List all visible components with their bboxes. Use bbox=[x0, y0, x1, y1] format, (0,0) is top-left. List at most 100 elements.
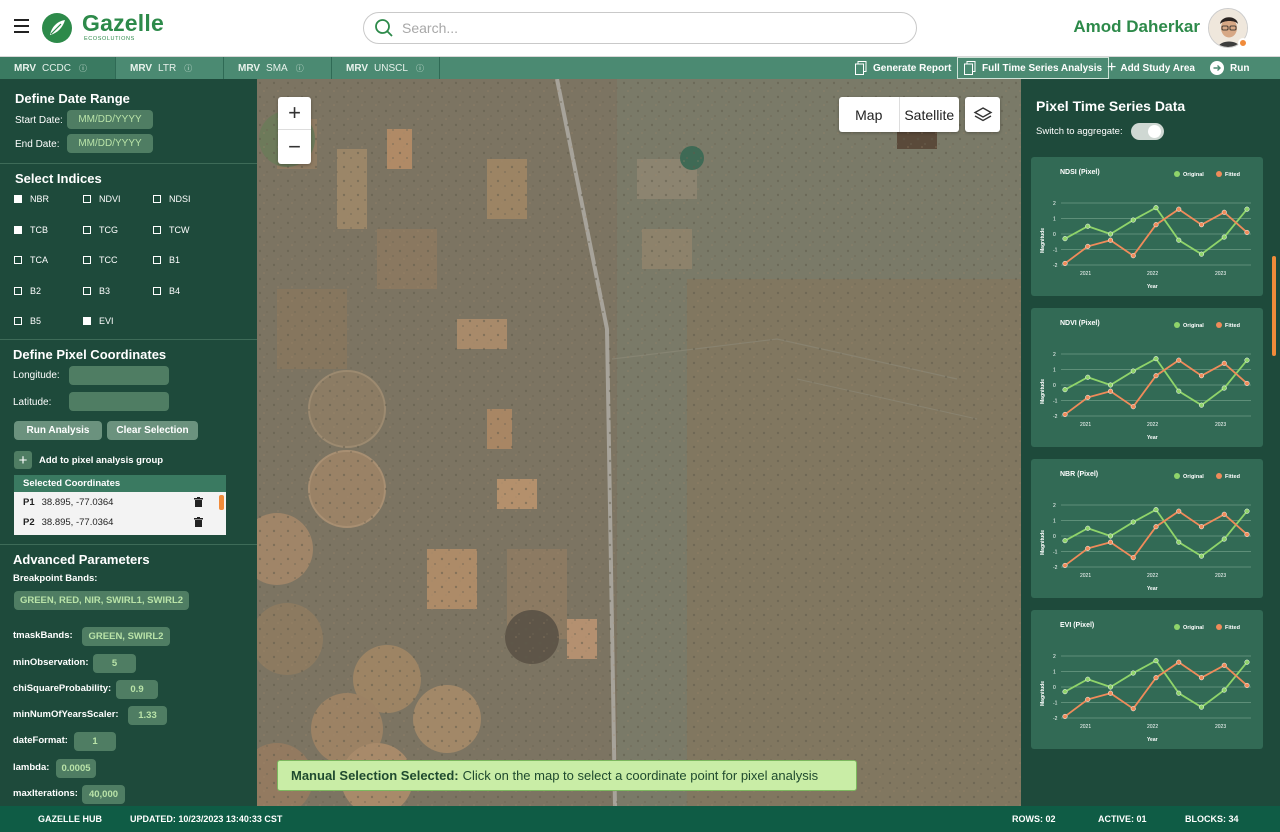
data-point[interactable] bbox=[1107, 388, 1114, 394]
data-point[interactable] bbox=[1221, 536, 1227, 542]
data-point[interactable] bbox=[1244, 659, 1250, 665]
data-point[interactable] bbox=[1062, 387, 1068, 393]
data-point[interactable] bbox=[1107, 690, 1114, 696]
data-point[interactable] bbox=[1198, 704, 1205, 710]
param-value-input[interactable]: 1 bbox=[74, 732, 116, 751]
data-point[interactable] bbox=[1085, 676, 1091, 682]
checkbox-box[interactable] bbox=[14, 195, 22, 203]
checkbox-tcw[interactable]: TCW bbox=[153, 225, 190, 235]
data-point[interactable] bbox=[1244, 357, 1250, 363]
checkbox-nbr[interactable]: NBR bbox=[14, 194, 49, 204]
checkbox-b1[interactable]: B1 bbox=[153, 255, 180, 265]
checkbox-box[interactable] bbox=[83, 195, 91, 203]
trash-icon[interactable] bbox=[194, 497, 203, 507]
satellite-imagery[interactable] bbox=[257, 79, 1021, 806]
checkbox-box[interactable] bbox=[14, 256, 22, 264]
end-date-input[interactable]: MM/DD/YYYY bbox=[67, 134, 153, 153]
data-point[interactable] bbox=[1198, 251, 1205, 257]
data-point[interactable] bbox=[1062, 236, 1068, 242]
data-point[interactable] bbox=[1244, 206, 1250, 212]
checkbox-tcb[interactable]: TCB bbox=[14, 225, 48, 235]
checkbox-box[interactable] bbox=[153, 225, 161, 234]
data-point[interactable] bbox=[1062, 689, 1068, 695]
data-point[interactable] bbox=[1176, 659, 1182, 665]
tab-ccdc[interactable]: MRV CCDC ⓘ bbox=[0, 57, 116, 79]
data-point[interactable] bbox=[1244, 531, 1250, 537]
data-point[interactable] bbox=[1153, 507, 1159, 513]
scrollbar-thumb[interactable] bbox=[219, 495, 224, 510]
data-point[interactable] bbox=[1130, 555, 1136, 561]
checkbox-tcc[interactable]: TCC bbox=[83, 255, 118, 265]
longitude-input[interactable] bbox=[69, 366, 169, 385]
zoom-out-button[interactable]: − bbox=[278, 130, 311, 163]
data-point[interactable] bbox=[1153, 524, 1159, 530]
checkbox-tca[interactable]: TCA bbox=[14, 255, 48, 265]
data-point[interactable] bbox=[1198, 675, 1205, 681]
data-point[interactable] bbox=[1221, 385, 1227, 391]
table-row[interactable]: P2 38.895, -77.0364 bbox=[14, 512, 226, 532]
map-type-satellite-button[interactable]: Satellite bbox=[900, 97, 960, 132]
checkbox-box[interactable] bbox=[83, 286, 91, 295]
data-point[interactable] bbox=[1085, 545, 1091, 551]
data-point[interactable] bbox=[1130, 519, 1136, 525]
info-icon[interactable]: ⓘ bbox=[79, 63, 87, 74]
info-icon[interactable]: ⓘ bbox=[296, 63, 304, 74]
run-button[interactable]: Run bbox=[1210, 57, 1249, 79]
search-bar[interactable] bbox=[363, 12, 917, 44]
checkbox-ndsi[interactable]: NDSI bbox=[153, 194, 191, 204]
checkbox-b5[interactable]: B5 bbox=[14, 316, 41, 326]
tab-ltr[interactable]: MRV LTR ⓘ bbox=[116, 57, 224, 79]
checkbox-box[interactable] bbox=[153, 195, 161, 203]
data-point[interactable] bbox=[1107, 382, 1114, 388]
checkbox-evi[interactable]: EVI bbox=[83, 316, 114, 326]
aggregate-toggle[interactable] bbox=[1131, 123, 1164, 140]
data-point[interactable] bbox=[1198, 524, 1205, 530]
data-point[interactable] bbox=[1153, 658, 1159, 664]
checkbox-box[interactable] bbox=[83, 317, 91, 325]
param-value-input[interactable]: 1.33 bbox=[128, 706, 167, 725]
data-point[interactable] bbox=[1176, 357, 1182, 363]
data-point[interactable] bbox=[1107, 237, 1114, 243]
data-point[interactable] bbox=[1062, 713, 1068, 719]
data-point[interactable] bbox=[1085, 394, 1091, 400]
info-icon[interactable]: ⓘ bbox=[416, 63, 424, 74]
data-point[interactable] bbox=[1107, 539, 1114, 545]
data-point[interactable] bbox=[1176, 539, 1182, 545]
checkbox-box[interactable] bbox=[14, 317, 22, 325]
scrollbar-thumb[interactable] bbox=[1272, 256, 1276, 356]
data-point[interactable] bbox=[1085, 525, 1091, 531]
data-point[interactable] bbox=[1221, 209, 1227, 215]
data-point[interactable] bbox=[1107, 533, 1114, 539]
info-icon[interactable]: ⓘ bbox=[184, 63, 192, 74]
checkbox-b3[interactable]: B3 bbox=[83, 286, 110, 296]
run-analysis-button[interactable]: Run Analysis bbox=[14, 421, 102, 440]
data-point[interactable] bbox=[1221, 687, 1227, 693]
checkbox-box[interactable] bbox=[14, 225, 22, 234]
param-value-input[interactable]: GREEN, SWIRL2 bbox=[82, 627, 170, 646]
checkbox-box[interactable] bbox=[153, 256, 161, 264]
data-point[interactable] bbox=[1176, 206, 1182, 212]
table-row[interactable]: P1 38.895, -77.0364 bbox=[14, 492, 226, 512]
data-point[interactable] bbox=[1107, 684, 1114, 690]
data-point[interactable] bbox=[1153, 356, 1159, 362]
add-group-button[interactable]: + bbox=[14, 451, 32, 469]
data-point[interactable] bbox=[1198, 222, 1205, 228]
data-point[interactable] bbox=[1085, 243, 1091, 249]
data-point[interactable] bbox=[1062, 260, 1068, 266]
data-point[interactable] bbox=[1107, 231, 1114, 237]
data-point[interactable] bbox=[1176, 237, 1182, 243]
generate-report-button[interactable]: Generate Report bbox=[855, 57, 951, 79]
data-point[interactable] bbox=[1176, 690, 1182, 696]
full-time-series-button[interactable]: Full Time Series Analysis bbox=[957, 57, 1110, 79]
param-value-input[interactable]: 0.9 bbox=[116, 680, 158, 699]
data-point[interactable] bbox=[1130, 368, 1136, 374]
data-point[interactable] bbox=[1244, 380, 1250, 386]
data-point[interactable] bbox=[1085, 696, 1091, 702]
param-value-input[interactable]: 40,000 bbox=[82, 785, 125, 804]
data-point[interactable] bbox=[1244, 508, 1250, 514]
data-point[interactable] bbox=[1221, 360, 1227, 366]
param-value-input[interactable]: 5 bbox=[93, 654, 136, 673]
data-point[interactable] bbox=[1085, 223, 1091, 229]
checkbox-b4[interactable]: B4 bbox=[153, 286, 180, 296]
data-point[interactable] bbox=[1062, 562, 1068, 568]
